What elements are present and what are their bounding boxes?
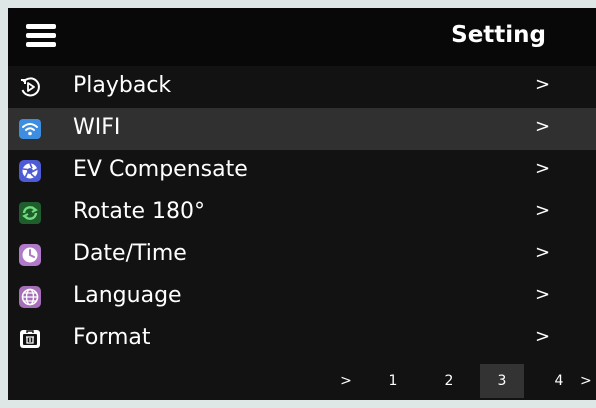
menu-item-ev-compensate[interactable]: EV Compensate > (8, 150, 596, 192)
menu-item-rotate-180[interactable]: Rotate 180° > (8, 192, 596, 234)
pagination-prev-arrow[interactable]: > (336, 364, 356, 398)
menu-item-date-time[interactable]: Date/Time > (8, 234, 596, 276)
page-title: Setting (451, 22, 546, 48)
format-icon (20, 330, 40, 348)
menu-item-label: Format (73, 325, 151, 350)
camera-settings-screen: Setting Playback > WIFI > EV Compensate (8, 8, 596, 400)
playback-icon (21, 77, 40, 97)
ev-compensate-icon (19, 160, 41, 182)
menu-item-label: Playback (73, 73, 172, 98)
hamburger-bar (26, 24, 56, 29)
hamburger-bar (26, 42, 56, 47)
chevron-right-icon: > (535, 158, 551, 179)
pagination-page-1[interactable]: 1 (380, 364, 406, 398)
menu-item-label: WIFI (73, 115, 121, 140)
menu-item-label: Date/Time (73, 241, 187, 266)
chevron-right-icon: > (535, 242, 551, 263)
menu-item-label: EV Compensate (73, 157, 248, 182)
pagination-page-4[interactable]: 4 (546, 364, 572, 398)
chevron-right-icon: > (535, 326, 551, 347)
clock-icon (19, 244, 41, 266)
wifi-icon (19, 119, 41, 139)
menu-item-label: Rotate 180° (73, 199, 206, 224)
menu-item-playback[interactable]: Playback > (8, 66, 596, 108)
hamburger-bar (26, 33, 56, 38)
header-bar: Setting (8, 8, 596, 66)
pagination: > 1 2 3 4 > (8, 364, 596, 400)
pagination-page-3-current[interactable]: 3 (480, 364, 524, 398)
chevron-right-icon: > (535, 74, 551, 95)
chevron-right-icon: > (535, 284, 551, 305)
menu-item-wifi[interactable]: WIFI > (8, 108, 596, 150)
chevron-right-icon: > (535, 116, 551, 137)
rotate-icon (19, 202, 41, 224)
menu-item-language[interactable]: Language > (8, 276, 596, 318)
menu-item-label: Language (73, 283, 182, 308)
globe-icon (19, 286, 41, 308)
menu-item-format[interactable]: Format > (8, 318, 596, 360)
pagination-next-arrow[interactable]: > (580, 364, 596, 398)
chevron-right-icon: > (535, 200, 551, 221)
hamburger-menu-icon[interactable] (26, 22, 56, 48)
pagination-page-2[interactable]: 2 (436, 364, 462, 398)
